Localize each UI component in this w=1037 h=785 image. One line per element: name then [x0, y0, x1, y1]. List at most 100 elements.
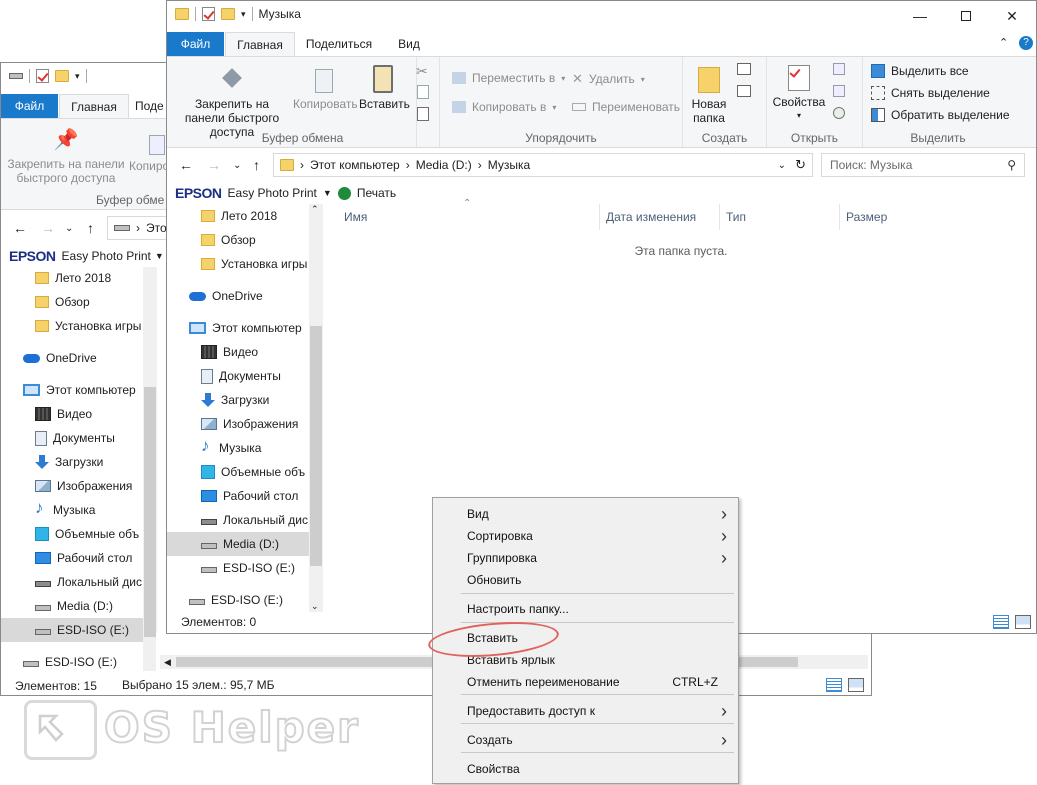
new-folder-icon[interactable] — [221, 8, 235, 20]
rename-button[interactable]: Переименовать — [572, 100, 680, 114]
select-none-button[interactable]: Снять выделение — [871, 86, 990, 100]
chevron-down-icon[interactable]: ▼ — [323, 188, 332, 198]
nav-item[interactable]: Этот компьютер — [167, 316, 323, 340]
scroll-up-icon[interactable]: ⌃ — [311, 204, 319, 215]
tab-home[interactable]: Главная — [225, 32, 295, 57]
nav-item[interactable]: ESD-ISO (E:) — [167, 556, 323, 580]
front-nav-scrollbar[interactable]: ⌃ ⌄ — [309, 204, 323, 612]
nav-item[interactable]: Обзор — [1, 290, 157, 314]
copy-to-button[interactable]: Копировать в ▾ — [452, 100, 556, 114]
copy-path-icon[interactable] — [417, 85, 429, 99]
qat-dropdown-icon[interactable]: ▾ — [75, 71, 80, 82]
context-menu-item[interactable]: Отменить переименование CTRL+Z — [433, 671, 738, 693]
help-icon[interactable]: ? — [1019, 36, 1033, 50]
address-crumb[interactable]: Это — [146, 221, 167, 235]
recent-dropdown-icon[interactable]: ⌄ — [233, 160, 241, 171]
search-icon[interactable]: ⚲ — [1007, 158, 1016, 172]
new-folder-icon[interactable] — [55, 70, 69, 82]
nav-item[interactable]: Media (D:) — [1, 594, 157, 618]
nav-item[interactable]: Объемные объ — [1, 522, 157, 546]
details-view-icon[interactable] — [993, 615, 1009, 629]
tab-view[interactable]: Вид — [385, 32, 433, 56]
tab-file[interactable]: Файл — [167, 32, 224, 56]
minimize-button[interactable]: — — [897, 1, 943, 31]
cut-icon[interactable]: ✂ — [416, 63, 428, 80]
tab-share[interactable]: Поде — [135, 94, 170, 118]
properties-button[interactable]: Свойства ▾ — [771, 65, 827, 123]
easy-access-icon[interactable] — [737, 85, 751, 97]
nav-item[interactable]: ESD-ISO (E:) — [1, 618, 157, 642]
nav-item[interactable]: Лето 2018 — [167, 204, 323, 228]
large-icons-view-icon[interactable] — [1015, 615, 1031, 629]
edit-icon[interactable] — [833, 85, 845, 97]
context-menu-item[interactable]: Группировка › — [433, 547, 738, 569]
context-menu-item[interactable]: Сортировка › — [433, 525, 738, 547]
crumb-media-d[interactable]: Media (D:) — [416, 158, 472, 172]
nav-item[interactable]: Загрузки — [167, 388, 323, 412]
new-folder-button[interactable]: Новая папка — [689, 67, 729, 125]
nav-item[interactable]: OneDrive — [167, 284, 323, 308]
details-view-icon[interactable] — [826, 678, 842, 692]
address-dropdown-icon[interactable]: ⌄ — [778, 160, 786, 171]
nav-item[interactable]: ESD-ISO (E:) — [167, 588, 323, 612]
column-size[interactable]: Размер — [840, 204, 930, 230]
crumb-music[interactable]: Музыка — [488, 158, 530, 172]
chevron-down-icon[interactable]: ▼ — [155, 251, 164, 261]
nav-item[interactable]: Лето 2018 — [1, 267, 157, 290]
tab-file[interactable]: Файл — [1, 94, 58, 118]
nav-item[interactable]: Локальный дис — [1, 570, 157, 594]
nav-item[interactable]: Документы — [167, 364, 323, 388]
back-nav-scroll-thumb[interactable] — [144, 387, 156, 637]
nav-item[interactable]: Обзор — [167, 228, 323, 252]
nav-item[interactable]: Документы — [1, 426, 157, 450]
nav-item[interactable]: Рабочий стол — [167, 484, 323, 508]
tab-home[interactable]: Главная — [59, 94, 129, 119]
nav-item[interactable]: Этот компьютер — [1, 378, 157, 402]
context-menu-item[interactable]: Настроить папку... — [433, 598, 738, 620]
column-name[interactable]: Имя — [338, 204, 600, 230]
nav-item[interactable]: Музыка — [167, 436, 323, 460]
nav-item[interactable]: Media (D:) — [167, 532, 323, 556]
pin-quick-access-button[interactable]: Закрепить на панели быстрого доступа — [171, 68, 293, 139]
back-arrow-icon[interactable]: ← — [179, 157, 193, 173]
nav-item[interactable]: Загрузки — [1, 450, 157, 474]
easy-photo-print-button[interactable]: Easy Photo Print — [62, 249, 151, 263]
collapse-ribbon-icon[interactable]: ⌃ — [999, 36, 1008, 49]
paste-shortcut-icon[interactable] — [417, 107, 429, 121]
move-to-button[interactable]: Переместить в ▾ — [452, 71, 565, 85]
invert-selection-button[interactable]: Обратить выделение — [871, 108, 1010, 122]
nav-item[interactable]: Установка игры — [1, 314, 157, 338]
back-arrow-icon[interactable]: ← — [13, 220, 27, 236]
easy-photo-print-button[interactable]: Easy Photo Print — [228, 186, 317, 200]
tab-share[interactable]: Поделиться — [301, 32, 377, 56]
copy-button[interactable]: Копировать — [293, 69, 358, 111]
column-date-modified[interactable]: Дата изменения — [600, 204, 720, 230]
properties-check-icon[interactable] — [36, 69, 49, 83]
forward-arrow-icon[interactable]: → — [41, 220, 55, 236]
properties-check-icon[interactable] — [202, 7, 215, 21]
nav-item[interactable]: Локальный дис — [167, 508, 323, 532]
up-arrow-icon[interactable]: ↑ — [87, 220, 94, 236]
large-icons-view-icon[interactable] — [848, 678, 864, 692]
nav-item[interactable]: Рабочий стол — [1, 546, 157, 570]
maximize-button[interactable] — [943, 1, 989, 31]
up-arrow-icon[interactable]: ↑ — [253, 157, 260, 173]
back-nav-scrollbar[interactable] — [143, 267, 157, 671]
context-menu-item[interactable]: Обновить — [433, 569, 738, 591]
nav-item[interactable]: Изображения — [1, 474, 157, 498]
column-type[interactable]: Тип — [720, 204, 840, 230]
paste-button[interactable]: Вставить — [359, 65, 410, 111]
new-item-icon[interactable] — [737, 63, 751, 75]
print-icon[interactable] — [337, 186, 351, 200]
open-icon[interactable] — [833, 63, 845, 75]
nav-item[interactable]: Видео — [1, 402, 157, 426]
context-menu-item[interactable]: Создать › — [433, 729, 738, 751]
address-box[interactable]: › Этот компьютер › Media (D:) › Музыка ⌄… — [273, 153, 813, 177]
print-button[interactable]: Печать — [357, 186, 396, 200]
nav-item[interactable]: Видео — [167, 340, 323, 364]
front-nav-scroll-thumb[interactable] — [310, 326, 322, 566]
refresh-icon[interactable]: ↻ — [795, 157, 806, 173]
scroll-left-icon[interactable]: ◀ — [164, 655, 171, 669]
context-menu-item[interactable]: Свойства — [433, 758, 738, 780]
crumb-this-pc[interactable]: Этот компьютер — [310, 158, 400, 172]
